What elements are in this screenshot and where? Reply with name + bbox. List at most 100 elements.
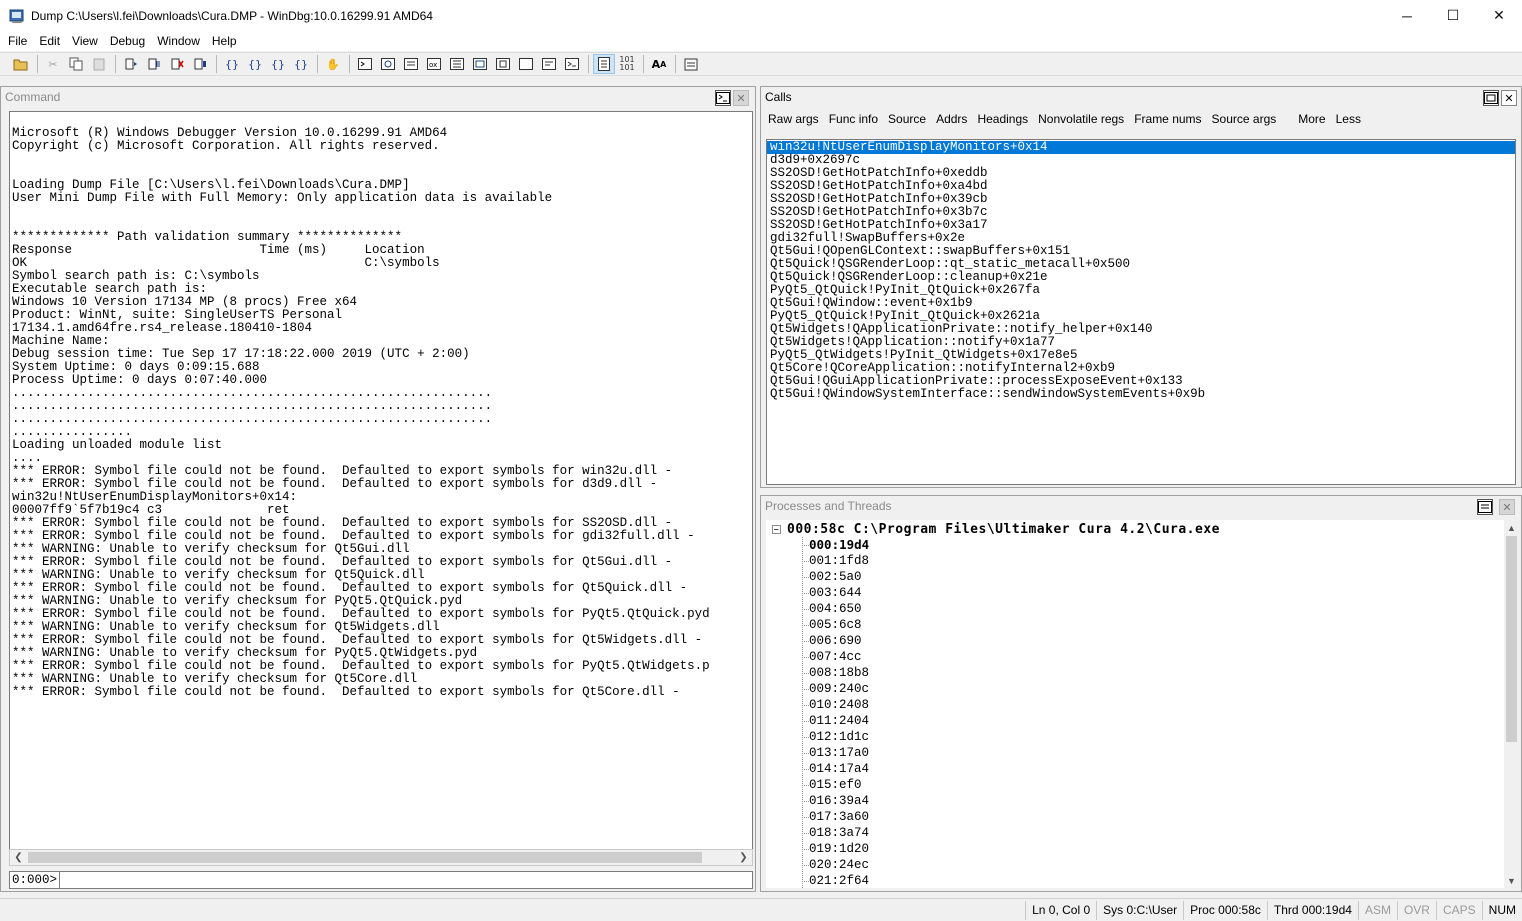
paste-icon[interactable] xyxy=(88,54,110,74)
thread-node[interactable]: 011:2404 xyxy=(809,713,869,729)
window-title: Dump C:\Users\l.fei\Downloads\Cura.DMP -… xyxy=(31,8,433,23)
go-icon[interactable] xyxy=(120,54,142,74)
thread-node[interactable]: 007:4cc xyxy=(809,649,862,665)
calls-option-button[interactable]: Source xyxy=(883,112,931,126)
processes-threads-panel: Processes and Threads ✕ − 000:58c C:\Pro… xyxy=(760,495,1522,892)
thread-node[interactable]: 009:240c xyxy=(809,681,869,697)
menu-window[interactable]: Window xyxy=(153,34,204,48)
scroll-up-icon[interactable]: ▲ xyxy=(1504,520,1519,535)
thread-node[interactable]: 000:19d4 xyxy=(809,537,869,553)
menu-edit[interactable]: Edit xyxy=(35,34,64,48)
command-output-line xyxy=(12,153,752,166)
menu-file[interactable]: File xyxy=(4,34,31,48)
status-position: Ln 0, Col 0 xyxy=(1025,900,1096,920)
processes-window-icon[interactable] xyxy=(1477,499,1493,515)
menu-debug[interactable]: Debug xyxy=(106,34,149,48)
options-icon[interactable] xyxy=(680,54,702,74)
registers-icon[interactable]: ox xyxy=(423,54,445,74)
memory-icon[interactable] xyxy=(446,54,468,74)
thread-node[interactable]: 005:6c8 xyxy=(809,617,862,633)
scratch-pad-icon[interactable] xyxy=(515,54,537,74)
disassembly-icon[interactable] xyxy=(492,54,514,74)
call-stack-frame[interactable]: Qt5Gui!QWindowSystemInterface::sendWindo… xyxy=(767,388,1515,401)
source-icon[interactable] xyxy=(538,54,560,74)
tree-line xyxy=(802,593,809,594)
command-panel-close-icon[interactable]: ✕ xyxy=(733,90,749,106)
processes-icon[interactable] xyxy=(561,54,583,74)
open-icon[interactable] xyxy=(10,54,32,74)
thread-node[interactable]: 016:39a4 xyxy=(809,793,869,809)
calls-option-button[interactable]: Less xyxy=(1331,112,1366,126)
scrollbar-thumb[interactable] xyxy=(28,852,702,863)
processes-panel-close-icon[interactable]: ✕ xyxy=(1499,499,1515,515)
calls-panel-close-icon[interactable]: ✕ xyxy=(1501,90,1517,106)
hex-mode-icon[interactable]: 101 101 xyxy=(616,54,638,74)
menu-bar: File Edit View Debug Window Help xyxy=(0,31,1522,51)
command-icon[interactable] xyxy=(354,54,376,74)
tree-line xyxy=(802,801,809,802)
thread-node[interactable]: 002:5a0 xyxy=(809,569,862,585)
locals-icon[interactable] xyxy=(400,54,422,74)
calls-option-button[interactable]: Func info xyxy=(824,112,883,126)
breakpoint-icon[interactable]: ✋ xyxy=(322,54,344,74)
command-horizontal-scrollbar[interactable]: ❮ ❯ xyxy=(9,849,753,866)
thread-node[interactable]: 012:1d1c xyxy=(809,729,869,745)
call-stack-icon[interactable] xyxy=(469,54,491,74)
step-out-icon[interactable]: {} xyxy=(267,54,289,74)
scroll-down-icon[interactable]: ▼ xyxy=(1504,873,1519,888)
scroll-left-icon[interactable]: ❮ xyxy=(10,850,27,865)
command-input[interactable] xyxy=(60,872,752,888)
calls-option-button[interactable]: Source args xyxy=(1207,112,1282,126)
watch-icon[interactable] xyxy=(377,54,399,74)
calls-option-button[interactable]: More xyxy=(1293,112,1330,126)
cut-icon[interactable]: ✂ xyxy=(42,54,64,74)
calls-option-button[interactable]: Nonvolatile regs xyxy=(1033,112,1129,126)
thread-node[interactable]: 015:ef0 xyxy=(809,777,862,793)
source-mode-icon[interactable] xyxy=(593,54,615,74)
thread-node[interactable]: 018:3a74 xyxy=(809,825,869,841)
calls-option-button[interactable]: Frame nums xyxy=(1129,112,1206,126)
thread-node[interactable]: 008:18b8 xyxy=(809,665,869,681)
thread-node[interactable]: 006:690 xyxy=(809,633,862,649)
close-button[interactable]: ✕ xyxy=(1476,0,1522,31)
command-output-line: Copyright (c) Microsoft Corporation. All… xyxy=(12,139,440,153)
menu-help[interactable]: Help xyxy=(208,34,241,48)
step-into-icon[interactable]: {} xyxy=(221,54,243,74)
process-node[interactable]: − 000:58c C:\Program Files\Ultimaker Cur… xyxy=(772,521,1220,537)
processes-vertical-scrollbar[interactable]: ▲ ▼ xyxy=(1504,520,1519,888)
step-over-icon[interactable]: {} xyxy=(244,54,266,74)
calls-window-icon[interactable] xyxy=(1483,90,1499,106)
call-stack-frame[interactable]: win32u!NtUserEnumDisplayMonitors+0x14 xyxy=(767,141,1515,154)
command-window-icon[interactable] xyxy=(715,90,731,106)
thread-node[interactable]: 020:24ec xyxy=(809,857,869,873)
font-icon[interactable]: AA xyxy=(648,54,670,74)
command-output-line: Loading unloaded module list xyxy=(12,438,223,452)
collapse-icon[interactable]: − xyxy=(772,524,781,534)
thread-node[interactable]: 019:1d20 xyxy=(809,841,869,857)
stop-debugging-icon[interactable] xyxy=(166,54,188,74)
calls-option-button[interactable]: Addrs xyxy=(931,112,972,126)
break-icon[interactable] xyxy=(189,54,211,74)
thread-node[interactable]: 014:17a4 xyxy=(809,761,869,777)
thread-node[interactable]: 001:1fd8 xyxy=(809,553,869,569)
calls-option-button[interactable]: Raw args xyxy=(763,112,824,126)
thread-node[interactable]: 017:3a60 xyxy=(809,809,869,825)
thread-node[interactable]: 003:644 xyxy=(809,585,862,601)
thread-node[interactable]: 013:17a0 xyxy=(809,745,869,761)
minimize-button[interactable]: ─ xyxy=(1384,0,1430,31)
calls-option-button[interactable]: Headings xyxy=(972,112,1033,126)
thread-node[interactable]: 010:2408 xyxy=(809,697,869,713)
copy-icon[interactable] xyxy=(65,54,87,74)
thread-node[interactable]: 004:650 xyxy=(809,601,862,617)
restart-icon[interactable] xyxy=(143,54,165,74)
tree-line xyxy=(802,545,809,546)
tree-line xyxy=(802,753,809,754)
command-prompt: 0:000> xyxy=(10,872,61,888)
run-to-cursor-icon[interactable]: {} xyxy=(290,54,312,74)
thread-node[interactable]: 021:2f64 xyxy=(809,873,869,888)
tree-line xyxy=(802,785,809,786)
scroll-right-icon[interactable]: ❯ xyxy=(735,850,752,865)
maximize-button[interactable]: ☐ xyxy=(1430,0,1476,31)
menu-view[interactable]: View xyxy=(68,34,102,48)
scrollbar-thumb[interactable] xyxy=(1506,536,1517,742)
